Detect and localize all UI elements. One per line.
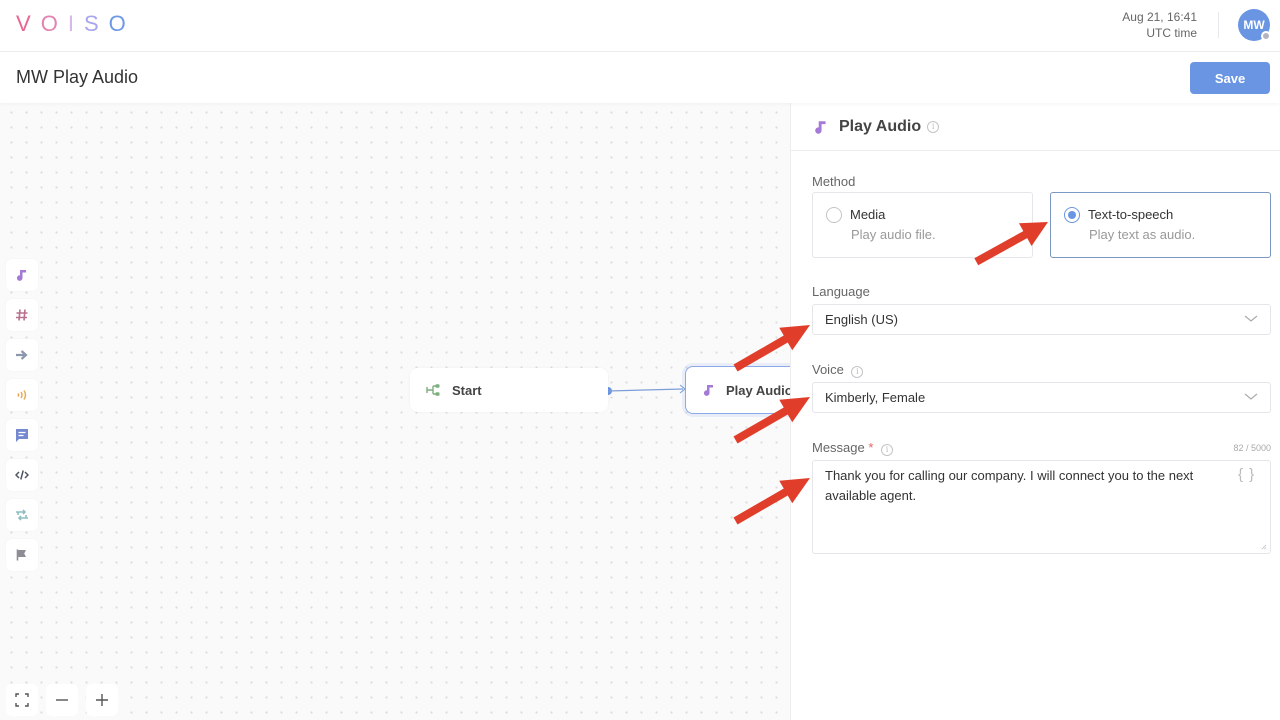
node-start[interactable]: Start — [410, 368, 608, 412]
language-label: Language — [812, 284, 870, 299]
zoom-controls — [6, 684, 118, 716]
voice-label: Voice — [812, 362, 844, 377]
method-title: Text-to-speech — [1088, 207, 1174, 222]
voice-label-row: Voice i — [812, 362, 864, 378]
voiso-logo[interactable]: VOISO — [16, 11, 136, 37]
logo-letter: O — [108, 11, 136, 36]
method-title: Media — [850, 207, 886, 222]
chevron-down-icon — [1244, 393, 1258, 400]
properties-panel: Play Audio i Method Media Play audio fil… — [790, 103, 1280, 720]
message-label: Message — [812, 440, 865, 455]
message-label-row: Message * i 82 / 5000 — [812, 440, 1271, 456]
voice-select[interactable]: Kimberly, Female — [812, 382, 1271, 413]
logo-letter: S — [83, 11, 109, 36]
voice-value: Kimberly, Female — [825, 390, 926, 405]
clock: Aug 21, 16:41 UTC time — [1122, 9, 1197, 41]
character-counter: 82 / 5000 — [1233, 443, 1271, 453]
top-bar: VOISO Aug 21, 16:41 UTC time MW — [0, 0, 1280, 52]
logo-letter: I — [67, 11, 84, 36]
language-select[interactable]: English (US) — [812, 304, 1271, 335]
info-icon[interactable]: i — [881, 443, 894, 456]
message-textarea[interactable]: Thank you for calling our company. I wil… — [812, 460, 1271, 554]
save-button[interactable]: Save — [1190, 62, 1270, 94]
zoom-out-icon — [56, 699, 68, 701]
method-option-text-to-speech[interactable]: Text-to-speech Play text as audio. — [1050, 192, 1271, 258]
insert-variable-button[interactable]: { } — [1238, 466, 1255, 483]
zoom-in-button[interactable] — [86, 684, 118, 716]
info-icon[interactable]: i — [927, 120, 940, 133]
clock-timezone: UTC time — [1146, 26, 1197, 40]
zoom-in-icon — [96, 694, 108, 706]
info-icon[interactable]: i — [851, 365, 864, 378]
status-indicator — [1261, 31, 1271, 41]
page-header: MW Play Audio Save — [0, 52, 1280, 103]
flow-canvas[interactable]: Start Play Audio — [0, 103, 790, 720]
method-label: Method — [812, 174, 856, 189]
zoom-out-button[interactable] — [46, 684, 78, 716]
fit-screen-icon — [15, 693, 29, 707]
panel-header: Play Audio i — [791, 103, 1280, 151]
clock-datetime: Aug 21, 16:41 — [1122, 10, 1197, 24]
method-subtitle: Play text as audio. — [1089, 227, 1196, 242]
method-subtitle: Play audio file. — [851, 227, 936, 242]
node-label: Play Audio — [726, 382, 790, 398]
flow-edge — [604, 384, 686, 395]
fit-view-button[interactable] — [6, 684, 38, 716]
node-label: Start — [452, 382, 482, 398]
flow-start-icon — [426, 384, 440, 396]
method-option-media[interactable]: Media Play audio file. — [812, 192, 1033, 258]
music-note-icon — [703, 385, 713, 396]
required-marker: * — [868, 440, 874, 455]
panel-title: Play Audio — [839, 117, 922, 135]
radio-media[interactable] — [826, 207, 842, 223]
page-title: MW Play Audio — [16, 67, 139, 87]
edge-line — [607, 388, 684, 392]
radio-text-to-speech[interactable] — [1064, 207, 1080, 223]
logo-letter: O — [40, 11, 68, 36]
music-note-icon — [815, 120, 826, 134]
chevron-down-icon — [1244, 315, 1258, 322]
logo-letter: V — [16, 11, 41, 36]
node-play-audio[interactable]: Play Audio — [685, 366, 790, 414]
header-divider — [1218, 12, 1219, 38]
resize-handle-icon[interactable] — [1261, 544, 1267, 550]
language-value: English (US) — [825, 312, 898, 327]
